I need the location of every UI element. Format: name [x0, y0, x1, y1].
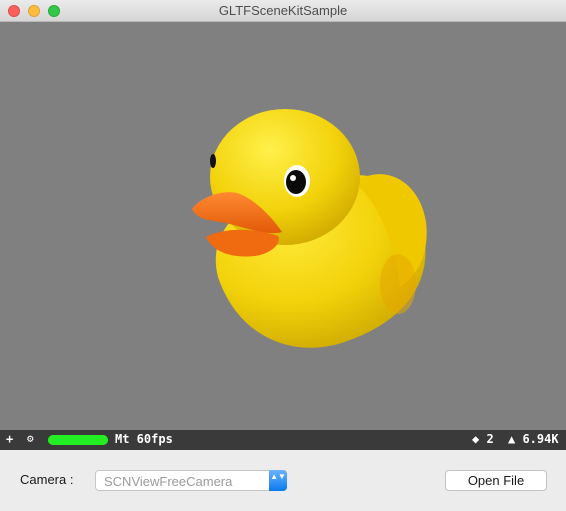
wing-shade: [380, 254, 416, 314]
gear-icon[interactable]: ⚙: [27, 432, 34, 445]
node-count: ◆ 2: [472, 432, 494, 446]
camera-label: Camera :: [20, 472, 74, 487]
camera-popup[interactable]: SCNViewFreeCamera ▲▼: [95, 470, 287, 491]
statistics-bar: + ⚙ Mt 60fps ◆ 2 ▲ 6.94K: [0, 430, 566, 450]
camera-popup-value: SCNViewFreeCamera: [104, 474, 233, 489]
fps-meter: [48, 435, 108, 445]
far-eye: [210, 154, 216, 168]
title-bar[interactable]: GLTFSceneKitSample: [0, 0, 566, 22]
control-panel: Camera : SCNViewFreeCamera ▲▼ Open File: [0, 450, 566, 511]
triangle-count: ▲ 6.94K: [508, 432, 559, 446]
fps-meter-fill: [48, 435, 108, 445]
open-file-button[interactable]: Open File: [445, 470, 547, 491]
scene-view[interactable]: [0, 22, 566, 430]
chevron-updown-icon[interactable]: ▲▼: [269, 470, 287, 491]
fps-label: Mt 60fps: [115, 432, 173, 446]
eye-highlight: [290, 175, 296, 181]
app-window: GLTFSceneKitSample + ⚙ Mt 60fps ◆ 2 ▲ 6.…: [0, 0, 566, 511]
window-title: GLTFSceneKitSample: [218, 3, 348, 18]
add-icon[interactable]: +: [6, 432, 13, 446]
eye-pupil: [286, 170, 306, 194]
duck-model: [192, 109, 427, 348]
